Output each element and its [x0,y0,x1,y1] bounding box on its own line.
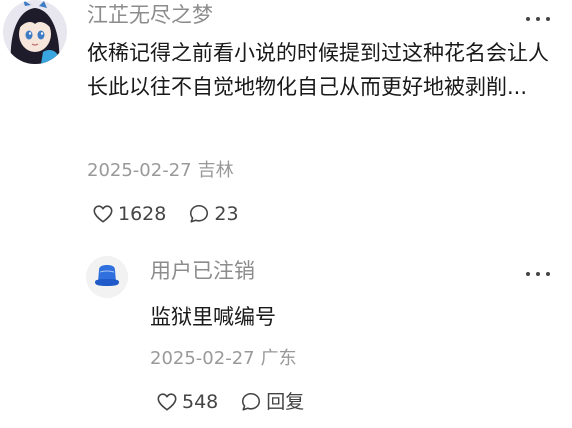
reply-count: 23 [214,203,239,225]
comment-item: 江芷无尽之梦 依稀记得之前看小说的时候提到过这种花名会让人长此以往不自觉地物化自… [0,0,572,240]
reply-label: 回复 [266,391,305,413]
like-button[interactable]: 1628 [92,202,166,226]
blue-hat-avatar-icon[interactable] [86,256,128,298]
comment-actions: 1628 23 [92,202,261,226]
reply-content: 监狱里喊编号 [150,305,276,329]
comment-date: 2025-02-27 [87,160,192,181]
reply-meta: 2025-02-27 广东 [150,347,297,371]
reply-date: 2025-02-27 [150,348,255,369]
comment-location: 吉林 [197,160,234,181]
heart-icon [157,393,177,411]
speech-bubble-icon [190,204,209,223]
like-button[interactable]: 548 [156,390,218,414]
more-options-icon[interactable] [526,269,550,279]
more-options-icon[interactable] [526,14,550,24]
comment-content: 依稀记得之前看小说的时候提到过这种花名会让人长此以往不自觉地物化自己从而更好地被… [87,41,549,99]
reply-username[interactable]: 用户已注销 [150,258,255,284]
reply-item: 用户已注销 监狱里喊编号 2025-02-27 广东 548 回复 [0,248,572,428]
comment-meta: 2025-02-27 吉林 [87,159,234,183]
like-count: 548 [182,391,219,413]
like-count: 1628 [118,203,167,225]
comment-username[interactable]: 江芷无尽之梦 [87,2,213,28]
reply-button[interactable]: 回复 [240,390,304,414]
heart-icon [93,205,113,223]
speech-bubble-icon [242,392,261,411]
reply-location: 广东 [260,348,297,369]
reply-actions: 548 回复 [156,390,326,414]
reply-count-button[interactable]: 23 [188,202,239,226]
anime-girl-avatar-icon[interactable] [3,0,67,64]
